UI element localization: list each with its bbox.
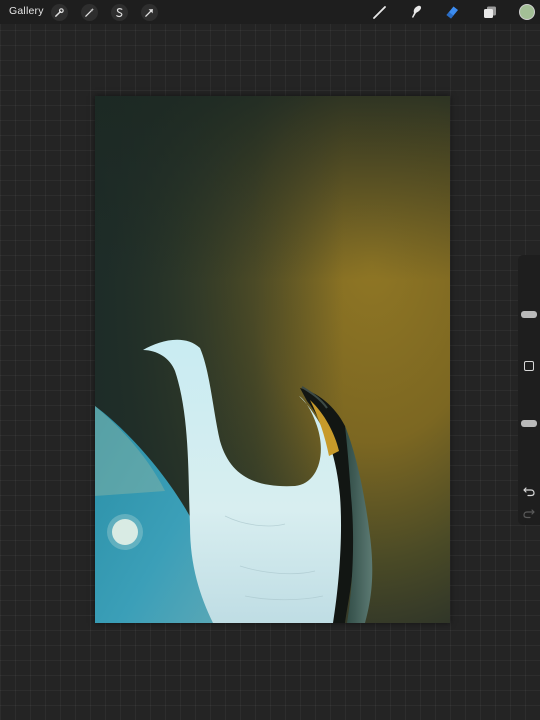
artwork-canvas[interactable] [95, 96, 450, 623]
top-toolbar: Gallery [0, 0, 540, 24]
magic-wand-icon[interactable] [81, 4, 98, 21]
smudge-icon[interactable] [407, 3, 425, 21]
brush-icon[interactable] [371, 3, 389, 21]
brush-size-thumb[interactable] [521, 310, 537, 318]
opacity-thumb[interactable] [521, 420, 537, 428]
eraser-icon[interactable] [443, 3, 461, 21]
gallery-button[interactable]: Gallery [9, 5, 44, 17]
color-picker-button[interactable] [519, 4, 535, 20]
redo-icon[interactable] [522, 506, 536, 520]
undo-icon[interactable] [522, 484, 536, 498]
modify-square-icon[interactable] [524, 361, 534, 371]
sidebar [518, 255, 540, 525]
opacity-slider[interactable] [518, 383, 540, 473]
selection-s-icon[interactable] [111, 4, 128, 21]
brush-size-slider[interactable] [518, 261, 540, 351]
wrench-icon[interactable] [51, 4, 68, 21]
artwork-image [95, 96, 450, 623]
transform-arrow-icon[interactable] [141, 4, 158, 21]
layers-icon[interactable] [481, 3, 499, 21]
